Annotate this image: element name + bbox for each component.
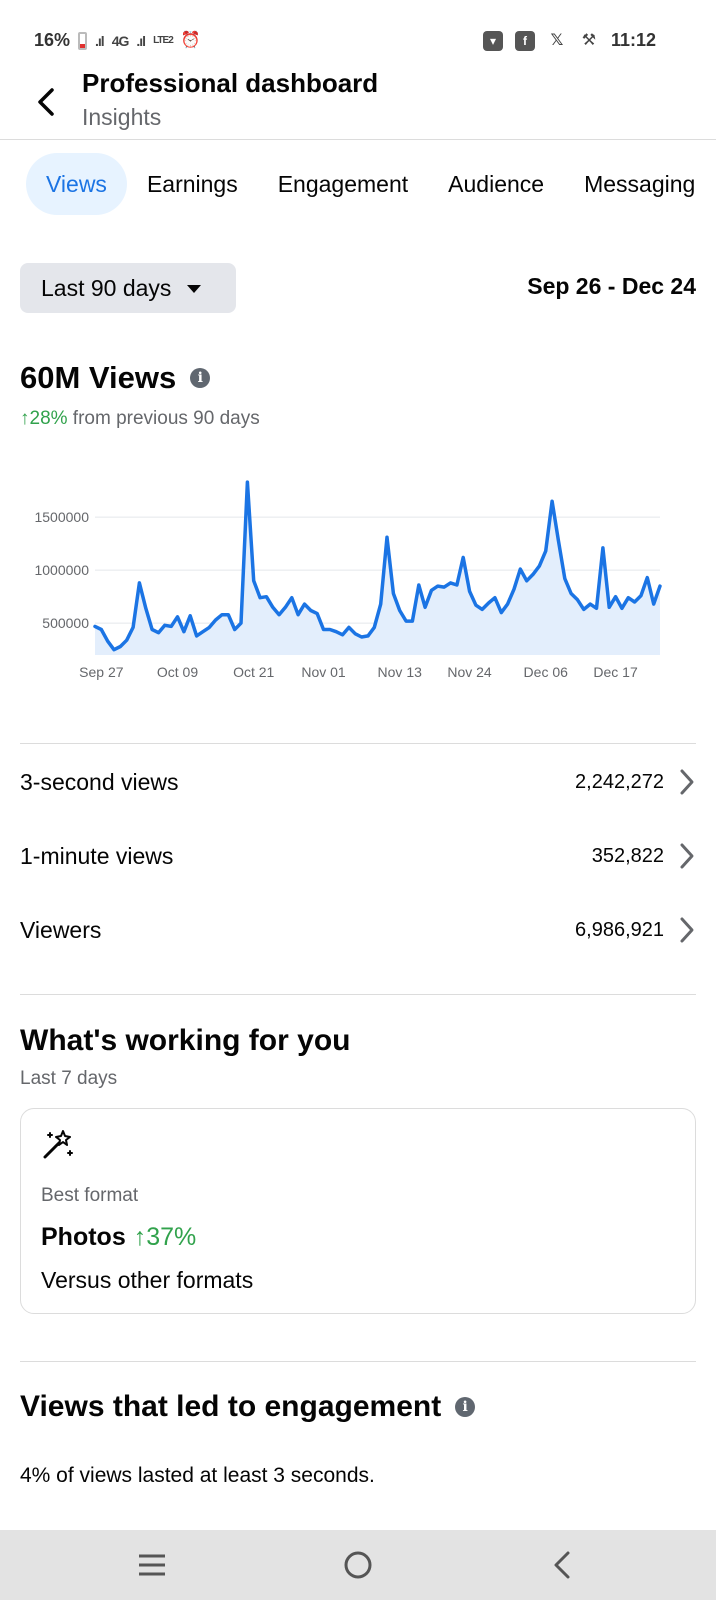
card-label: Best format xyxy=(41,1185,139,1206)
views-total-label: 60M Views xyxy=(20,360,177,395)
signal-icon: .ıl xyxy=(95,32,105,49)
system-back-button[interactable] xyxy=(544,1547,584,1583)
chart-y-tick-label: 1500000 xyxy=(34,509,89,525)
views-total: 60M Views i xyxy=(20,360,211,396)
status-right: ▾ f 𝕏 ⚒ 11:12 xyxy=(482,30,656,51)
metric-row-viewers[interactable]: Viewers 6,986,921 xyxy=(20,900,696,960)
views-chart-svg: 500000 1000000 1500000 Sep 27 Oct 09 Oct 21 No… xyxy=(34,480,662,680)
tab-messaging[interactable]: Messaging xyxy=(564,153,715,215)
delta-arrow: ↑ xyxy=(20,408,30,429)
metric-row-3-second-views[interactable]: 3-second views 2,242,272 xyxy=(20,752,696,812)
chart-x-tick-label: Nov 01 xyxy=(301,664,346,680)
back-icon xyxy=(554,1551,570,1579)
magic-wand-icon xyxy=(43,1130,73,1159)
chevron-right-icon xyxy=(680,843,694,869)
views-chart: 500000 1000000 1500000 Sep 27 Oct 09 Oct 21 No… xyxy=(20,475,680,705)
wifi-off-icon: ⚒ xyxy=(581,31,597,49)
status-left: 16% .ıl 4G .ıl LTE2 ⏰ xyxy=(34,30,201,51)
chart-y-tick-label: 1000000 xyxy=(34,562,89,578)
chevron-right-icon xyxy=(680,917,694,943)
chart-x-tick-label: Oct 09 xyxy=(157,664,198,680)
metric-label: 1-minute views xyxy=(20,842,174,869)
divider xyxy=(20,994,696,995)
chart-y-tick-label: 500000 xyxy=(42,615,89,631)
chart-area-fill xyxy=(95,482,660,655)
engagement-title-label: Views that led to engagement xyxy=(20,1390,442,1423)
home-button[interactable] xyxy=(338,1547,378,1583)
info-icon[interactable]: i xyxy=(190,368,211,388)
working-subtitle: Last 7 days xyxy=(20,1068,118,1089)
recents-button[interactable] xyxy=(132,1547,172,1583)
chart-x-tick-label: Sep 27 xyxy=(79,664,124,680)
date-range-text: Sep 26 - Dec 24 xyxy=(527,273,696,299)
clock: 11:12 xyxy=(610,30,656,50)
chevron-right-icon xyxy=(680,769,694,795)
page-title: Professional dashboard xyxy=(82,68,379,98)
metric-row-1-minute-views[interactable]: 1-minute views 352,822 xyxy=(20,826,696,886)
tab-views[interactable]: Views xyxy=(26,153,127,215)
chart-x-tick-label: Nov 24 xyxy=(447,664,492,680)
page-subtitle: Insights xyxy=(82,104,162,130)
card-format-name: Photos xyxy=(41,1223,126,1251)
divider xyxy=(20,1361,696,1362)
lte-indicator: LTE2 xyxy=(153,34,174,46)
metric-value: 352,822 xyxy=(591,844,664,867)
battery-percent: 16% xyxy=(34,30,71,50)
system-nav-bar xyxy=(0,1530,716,1600)
battery-icon xyxy=(78,31,88,50)
tab-audience[interactable]: Audience xyxy=(428,153,564,215)
shop-icon: ▾ xyxy=(482,30,503,51)
views-delta: ↑28% from previous 90 days xyxy=(20,408,260,430)
delta-value: 28% xyxy=(29,408,68,429)
engagement-text: 4% of views lasted at least 3 seconds. xyxy=(20,1464,375,1487)
status-bar: 16% .ıl 4G .ıl LTE2 ⏰ ▾ f 𝕏 ⚒ 11:12 xyxy=(0,0,716,64)
engagement-title: Views that led to engagement i xyxy=(20,1390,476,1424)
delta-text: from previous 90 days xyxy=(67,408,260,429)
metric-label: 3-second views xyxy=(20,768,179,795)
divider xyxy=(20,743,696,744)
caret-down-icon xyxy=(187,285,202,293)
working-title: What's working for you xyxy=(20,1024,351,1057)
metric-value: 6,986,921 xyxy=(575,918,664,941)
alarm-icon: ⏰ xyxy=(180,31,201,49)
best-format-card[interactable]: Best format Photos ↑37% Versus other form… xyxy=(20,1108,696,1314)
card-footer: Versus other formats xyxy=(41,1267,254,1293)
metric-value: 2,242,272 xyxy=(575,770,664,793)
chart-x-tick-label: Oct 21 xyxy=(233,664,274,680)
info-icon[interactable]: i xyxy=(455,1397,476,1417)
home-icon xyxy=(344,1551,372,1579)
back-button[interactable] xyxy=(30,82,66,122)
tab-bar: Views Earnings Engagement Audience Messa… xyxy=(26,153,716,215)
chart-x-tick-label: Dec 06 xyxy=(524,664,569,680)
tab-engagement[interactable]: Engagement xyxy=(258,153,428,215)
metric-label: Viewers xyxy=(20,916,102,943)
card-format-change: ↑37% xyxy=(133,1223,197,1251)
signal-icon-2: .ıl xyxy=(136,32,146,49)
date-range-dropdown-label: Last 90 days xyxy=(41,274,172,301)
facebook-icon: f xyxy=(514,30,535,51)
date-range-dropdown[interactable]: Last 90 days xyxy=(20,263,236,313)
x-icon: 𝕏 xyxy=(550,31,564,49)
chart-x-tick-label: Nov 13 xyxy=(378,664,423,680)
chart-x-tick-label: Dec 17 xyxy=(593,664,638,680)
card-format: Photos ↑37% xyxy=(41,1223,196,1252)
network-type: 4G xyxy=(111,32,130,49)
back-arrow-icon xyxy=(38,88,54,116)
menu-icon xyxy=(139,1554,165,1576)
tab-earnings[interactable]: Earnings xyxy=(127,153,258,215)
app-header: Professional dashboard Insights xyxy=(0,64,716,140)
